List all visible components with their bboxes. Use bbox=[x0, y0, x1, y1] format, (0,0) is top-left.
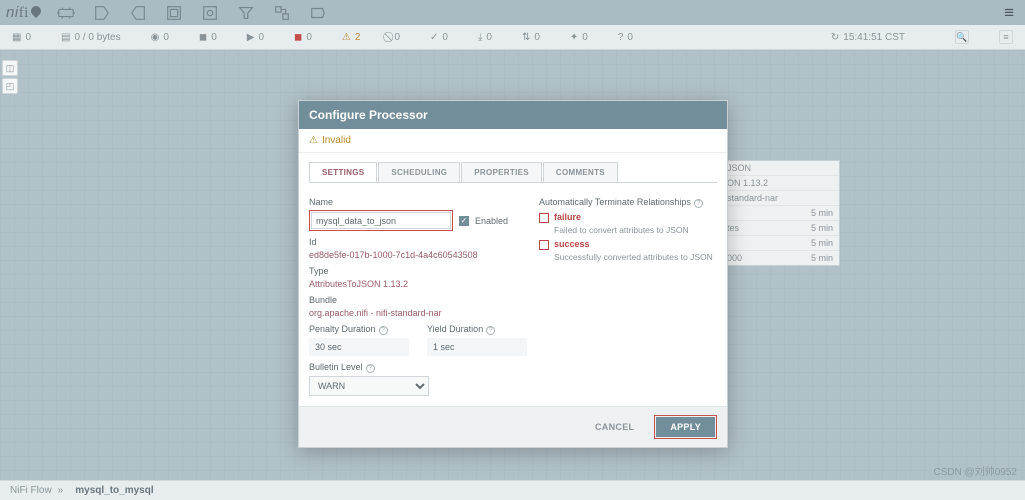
status-uptodate: ✓0 bbox=[430, 32, 448, 43]
name-input[interactable] bbox=[311, 212, 451, 229]
tab-settings[interactable]: SETTINGS bbox=[309, 162, 377, 182]
breadcrumb-root[interactable]: NiFi Flow bbox=[10, 485, 52, 496]
penalty-label: Penalty Duration? bbox=[309, 324, 409, 335]
status-disabled: ⃠0 bbox=[390, 32, 400, 43]
status-local: ✦0 bbox=[570, 32, 588, 43]
status-invalid: ⚠2 bbox=[342, 32, 361, 43]
dialog-tabs: SETTINGS SCHEDULING PROPERTIES COMMENTS bbox=[299, 156, 727, 182]
template-icon[interactable] bbox=[271, 2, 293, 24]
apply-button[interactable]: APPLY bbox=[656, 417, 715, 437]
id-label: Id bbox=[309, 237, 527, 247]
success-desc: Successfully converted attributes to JSO… bbox=[554, 252, 717, 262]
configure-processor-dialog: Configure Processor Invalid SETTINGS SCH… bbox=[298, 100, 728, 448]
tab-scheduling[interactable]: SCHEDULING bbox=[378, 162, 460, 182]
tab-properties[interactable]: PROPERTIES bbox=[461, 162, 542, 182]
settings-right-column: Automatically Terminate Relationships? f… bbox=[539, 191, 717, 396]
relationship-success[interactable]: success bbox=[539, 239, 717, 250]
processor-card[interactable]: JSON ON 1.13.2 standard-nar 5 min tes5 m… bbox=[720, 160, 840, 266]
name-highlight bbox=[309, 210, 453, 231]
failure-desc: Failed to convert attributes to JSON bbox=[554, 225, 717, 235]
failure-checkbox[interactable] bbox=[539, 213, 549, 223]
input-port-icon[interactable] bbox=[91, 2, 113, 24]
bundle-value: org.apache.nifi - nifi-standard-nar bbox=[309, 308, 527, 318]
status-ver: ?0 bbox=[618, 32, 633, 43]
type-value: AttributesToJSON 1.13.2 bbox=[309, 279, 527, 289]
name-label: Name bbox=[309, 197, 527, 207]
yield-input[interactable] bbox=[427, 338, 527, 356]
status-refresh-time: ↻15:41:51 CST bbox=[831, 32, 905, 43]
dialog-footer: CANCEL APPLY bbox=[299, 406, 727, 447]
relationship-failure[interactable]: failure bbox=[539, 212, 717, 223]
status-bar: ▦0 ▤0 / 0 bytes ◉0 ◼0 ▶0 ◼0 ⚠2 ⃠0 ✓0 ⤓0 … bbox=[0, 25, 1025, 50]
bundle-label: Bundle bbox=[309, 295, 527, 305]
remote-group-icon[interactable] bbox=[199, 2, 221, 24]
output-port-icon[interactable] bbox=[127, 2, 149, 24]
breadcrumb-current[interactable]: mysql_to_mysql bbox=[75, 485, 153, 496]
bulletin-icon[interactable]: ≡ bbox=[999, 30, 1013, 44]
cancel-button[interactable]: CANCEL bbox=[581, 415, 648, 439]
zoom-out-icon[interactable]: ◰ bbox=[2, 78, 18, 94]
app-logo: nifi bbox=[6, 4, 41, 22]
auto-terminate-label: Automatically Terminate Relationships? bbox=[539, 197, 717, 208]
apply-highlight: APPLY bbox=[654, 415, 717, 439]
tab-comments[interactable]: COMMENTS bbox=[543, 162, 618, 182]
status-stopped: ◼0 bbox=[294, 32, 312, 43]
dialog-title: Configure Processor bbox=[299, 101, 727, 129]
zoom-in-icon[interactable]: ◫ bbox=[2, 60, 18, 76]
status-queued: ▦0 bbox=[12, 32, 31, 43]
search-icon[interactable]: 🔍 bbox=[955, 30, 969, 44]
success-checkbox[interactable] bbox=[539, 240, 549, 250]
label-icon[interactable] bbox=[307, 2, 329, 24]
status-in: ◉0 bbox=[151, 32, 169, 43]
settings-left-column: Name ✓Enabled Id ed8de5fe-017b-1000-7c1d… bbox=[309, 191, 527, 396]
processor-icon[interactable] bbox=[55, 2, 77, 24]
app-toolbar: nifi ≡ bbox=[0, 0, 1025, 25]
process-group-icon[interactable] bbox=[163, 2, 185, 24]
yield-label: Yield Duration? bbox=[427, 324, 527, 335]
bulletin-label: Bulletin Level? bbox=[309, 362, 527, 373]
status-bytes: ▤0 / 0 bytes bbox=[61, 32, 121, 43]
operate-palette: ◫ ◰ bbox=[2, 60, 18, 94]
funnel-icon[interactable] bbox=[235, 2, 257, 24]
enabled-checkbox[interactable]: ✓Enabled bbox=[459, 216, 508, 226]
status-rw: ◼0 bbox=[199, 32, 217, 43]
id-value: ed8de5fe-017b-1000-7c1d-4a4c60543508 bbox=[309, 250, 527, 260]
status-stale: ⤓0 bbox=[478, 32, 492, 43]
bulletin-select[interactable]: WARN bbox=[309, 376, 429, 396]
invalid-alert: Invalid bbox=[299, 129, 727, 153]
hamburger-menu-icon[interactable]: ≡ bbox=[1004, 3, 1019, 23]
penalty-input[interactable] bbox=[309, 338, 409, 356]
breadcrumb: NiFi Flow » mysql_to_mysql bbox=[0, 480, 1025, 500]
type-label: Type bbox=[309, 266, 527, 276]
watermark: CSDN @刘帅0952 bbox=[933, 463, 1017, 478]
status-sync: ⇅0 bbox=[522, 32, 540, 43]
status-running: ▶0 bbox=[247, 32, 264, 43]
